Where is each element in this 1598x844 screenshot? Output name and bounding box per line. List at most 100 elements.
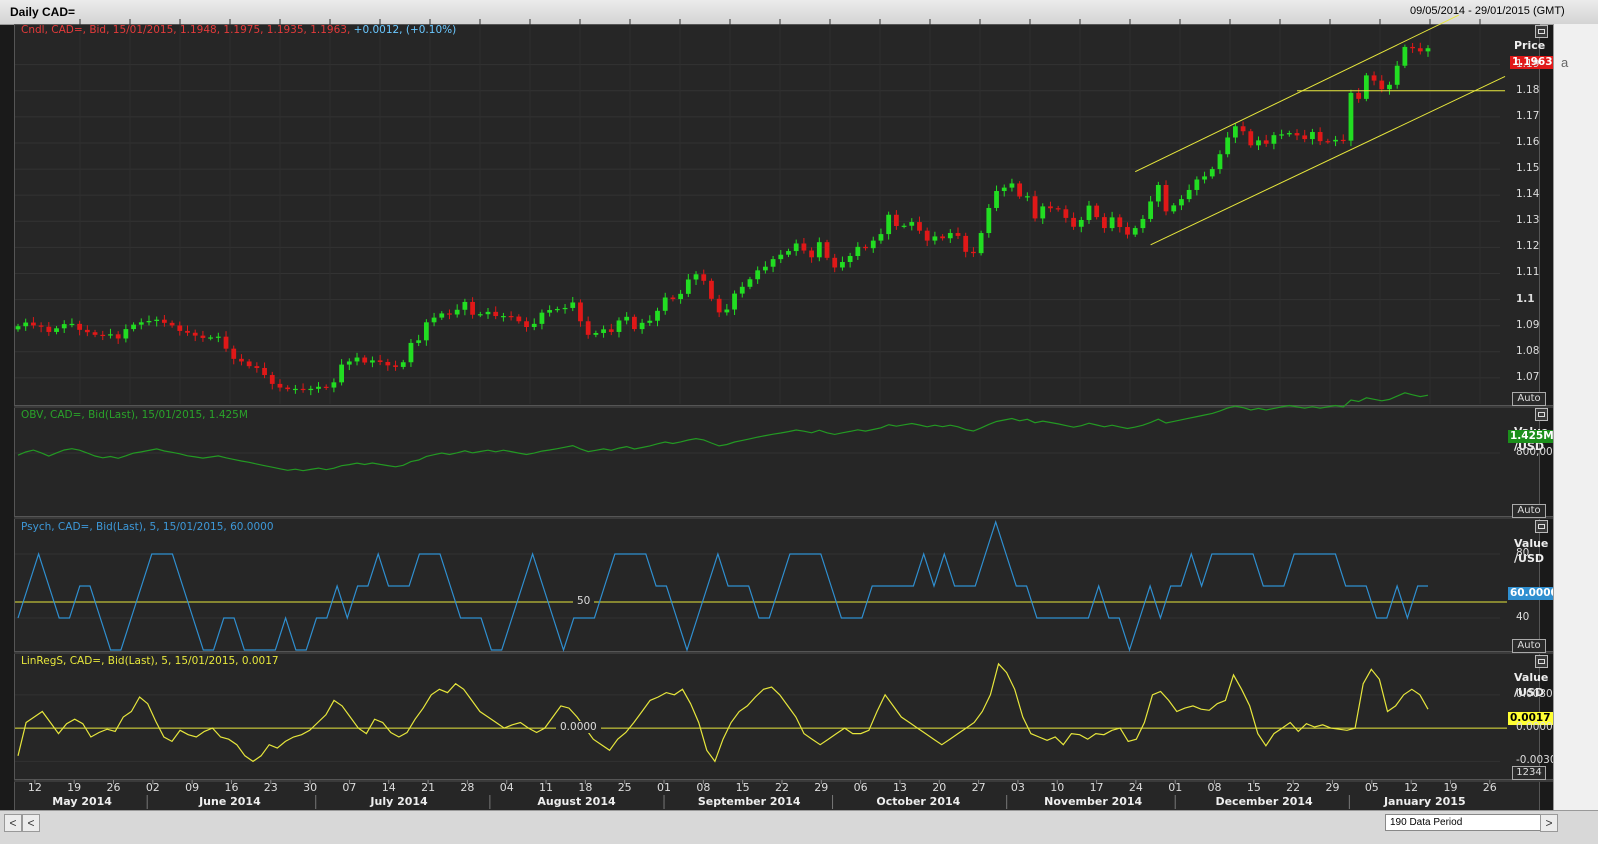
x-axis-month-label: December 2014 — [1215, 795, 1313, 808]
x-axis-day-label: 23 — [263, 781, 278, 794]
x-axis-day-label: 06 — [853, 781, 868, 794]
x-axis-day-label: 25 — [617, 781, 632, 794]
x-axis-day-label: 22 — [774, 781, 789, 794]
candle-panel-title: Cndl, CAD=, Bid, 15/01/2015, 1.1948, 1.1… — [21, 24, 456, 36]
candle-body — [477, 314, 483, 316]
candle-title-text: Cndl, CAD=, Bid, 15/01/2015, 1.1948, 1.1… — [21, 24, 351, 36]
candle-body — [69, 323, 75, 326]
candle-body — [316, 386, 321, 389]
candle-body — [562, 307, 568, 310]
candle-body — [840, 262, 845, 268]
candle-body — [878, 234, 884, 241]
candle-body — [162, 319, 167, 323]
candle-body — [639, 322, 645, 330]
x-axis-day-label: 16 — [224, 781, 239, 794]
right-side-panel: a — [1553, 24, 1598, 810]
maximize-icon[interactable] — [1535, 25, 1548, 38]
candle-body — [924, 230, 930, 241]
candle-body — [431, 317, 437, 323]
candle-body — [377, 360, 383, 362]
candle-body — [1410, 46, 1415, 49]
scroll-left-end-icon[interactable]: < — [4, 814, 22, 832]
candle-body — [1063, 209, 1069, 218]
candle-body — [1425, 48, 1431, 52]
candle-body — [539, 312, 545, 324]
candle-body — [832, 257, 838, 268]
x-axis-day-label: 15 — [1246, 781, 1261, 794]
candle-body — [269, 375, 275, 384]
scroll-right-icon[interactable]: > — [1540, 814, 1558, 832]
price-auto-button[interactable]: Auto — [1512, 392, 1546, 406]
candle-body — [339, 364, 344, 383]
x-axis-day-label: 13 — [892, 781, 907, 794]
candle-body — [300, 388, 306, 391]
x-axis-day-label: 12 — [27, 781, 42, 794]
candle-body — [1348, 92, 1354, 141]
candle-body — [801, 243, 807, 251]
candle-body — [655, 310, 660, 321]
candle-body — [531, 323, 537, 327]
candle-body — [1055, 208, 1061, 210]
candle-body — [1417, 48, 1423, 52]
candle-body — [901, 225, 907, 227]
candle-body — [508, 316, 514, 318]
candle-body — [1125, 227, 1130, 235]
linreg-axis-button[interactable]: 1234 — [1512, 766, 1546, 780]
candle-body — [1102, 217, 1107, 229]
candle-body — [1001, 187, 1007, 192]
x-axis-day-label: 22 — [1286, 781, 1301, 794]
data-period-field[interactable]: 190 Data Period — [1385, 814, 1541, 831]
scroll-left-icon[interactable]: < — [22, 814, 40, 832]
candle-body — [524, 321, 529, 327]
obv-auto-button[interactable]: Auto — [1512, 504, 1546, 518]
x-axis-month-label: June 2014 — [199, 795, 261, 808]
candle-body — [809, 250, 814, 258]
x-axis-day-label: 15 — [735, 781, 750, 794]
candle-body — [215, 336, 221, 338]
candle-body — [1394, 65, 1400, 85]
trend-channel-line — [1134, 14, 1460, 173]
price-tick-label: 1.14 — [1516, 188, 1540, 201]
candle-body — [1071, 217, 1076, 227]
candle-body — [177, 325, 183, 331]
maximize-icon[interactable] — [1535, 408, 1548, 421]
candle-body — [1179, 199, 1184, 206]
price-tick-label: 1.19 — [1516, 57, 1540, 70]
x-axis-month-label: January 2015 — [1383, 795, 1466, 808]
candle-body — [547, 310, 553, 313]
trend-channel-line — [1150, 75, 1506, 246]
candle-body — [739, 286, 745, 294]
candle-body — [685, 279, 691, 294]
candle-body — [1271, 135, 1277, 144]
psych-auto-button[interactable]: Auto — [1512, 639, 1546, 653]
candle-body — [447, 313, 452, 315]
horizontal-scrollbar[interactable]: < < 190 Data Period > — [0, 810, 1598, 844]
candle-body — [940, 236, 945, 239]
maximize-icon[interactable] — [1535, 520, 1548, 533]
maximize-icon[interactable] — [1535, 655, 1548, 668]
candle-body — [292, 388, 298, 391]
candle-body — [1333, 139, 1338, 142]
candle-body — [732, 293, 737, 310]
candle-body — [747, 279, 753, 287]
candle-body — [1240, 126, 1246, 132]
candle-body — [131, 324, 136, 330]
candle-body — [578, 302, 583, 322]
candle-body — [1017, 183, 1023, 197]
candle-body — [154, 319, 160, 321]
x-axis-day-label: 01 — [1168, 781, 1183, 794]
candle-body — [208, 337, 214, 339]
candle-body — [1086, 205, 1092, 220]
candle-body — [46, 326, 52, 332]
candle-body — [762, 266, 768, 271]
candle-body — [100, 334, 106, 337]
candle-body — [1155, 185, 1161, 202]
candle-body — [454, 309, 460, 315]
x-axis-day-label: 08 — [696, 781, 711, 794]
linreg-tick-label: 0.0030 — [1516, 687, 1553, 700]
candle-body — [1340, 139, 1346, 142]
candle-body — [362, 357, 368, 363]
candle-body — [439, 313, 445, 318]
candle-body — [1402, 46, 1408, 66]
obv-panel-title: OBV, CAD=, Bid(Last), 15/01/2015, 1.425M — [21, 409, 248, 421]
